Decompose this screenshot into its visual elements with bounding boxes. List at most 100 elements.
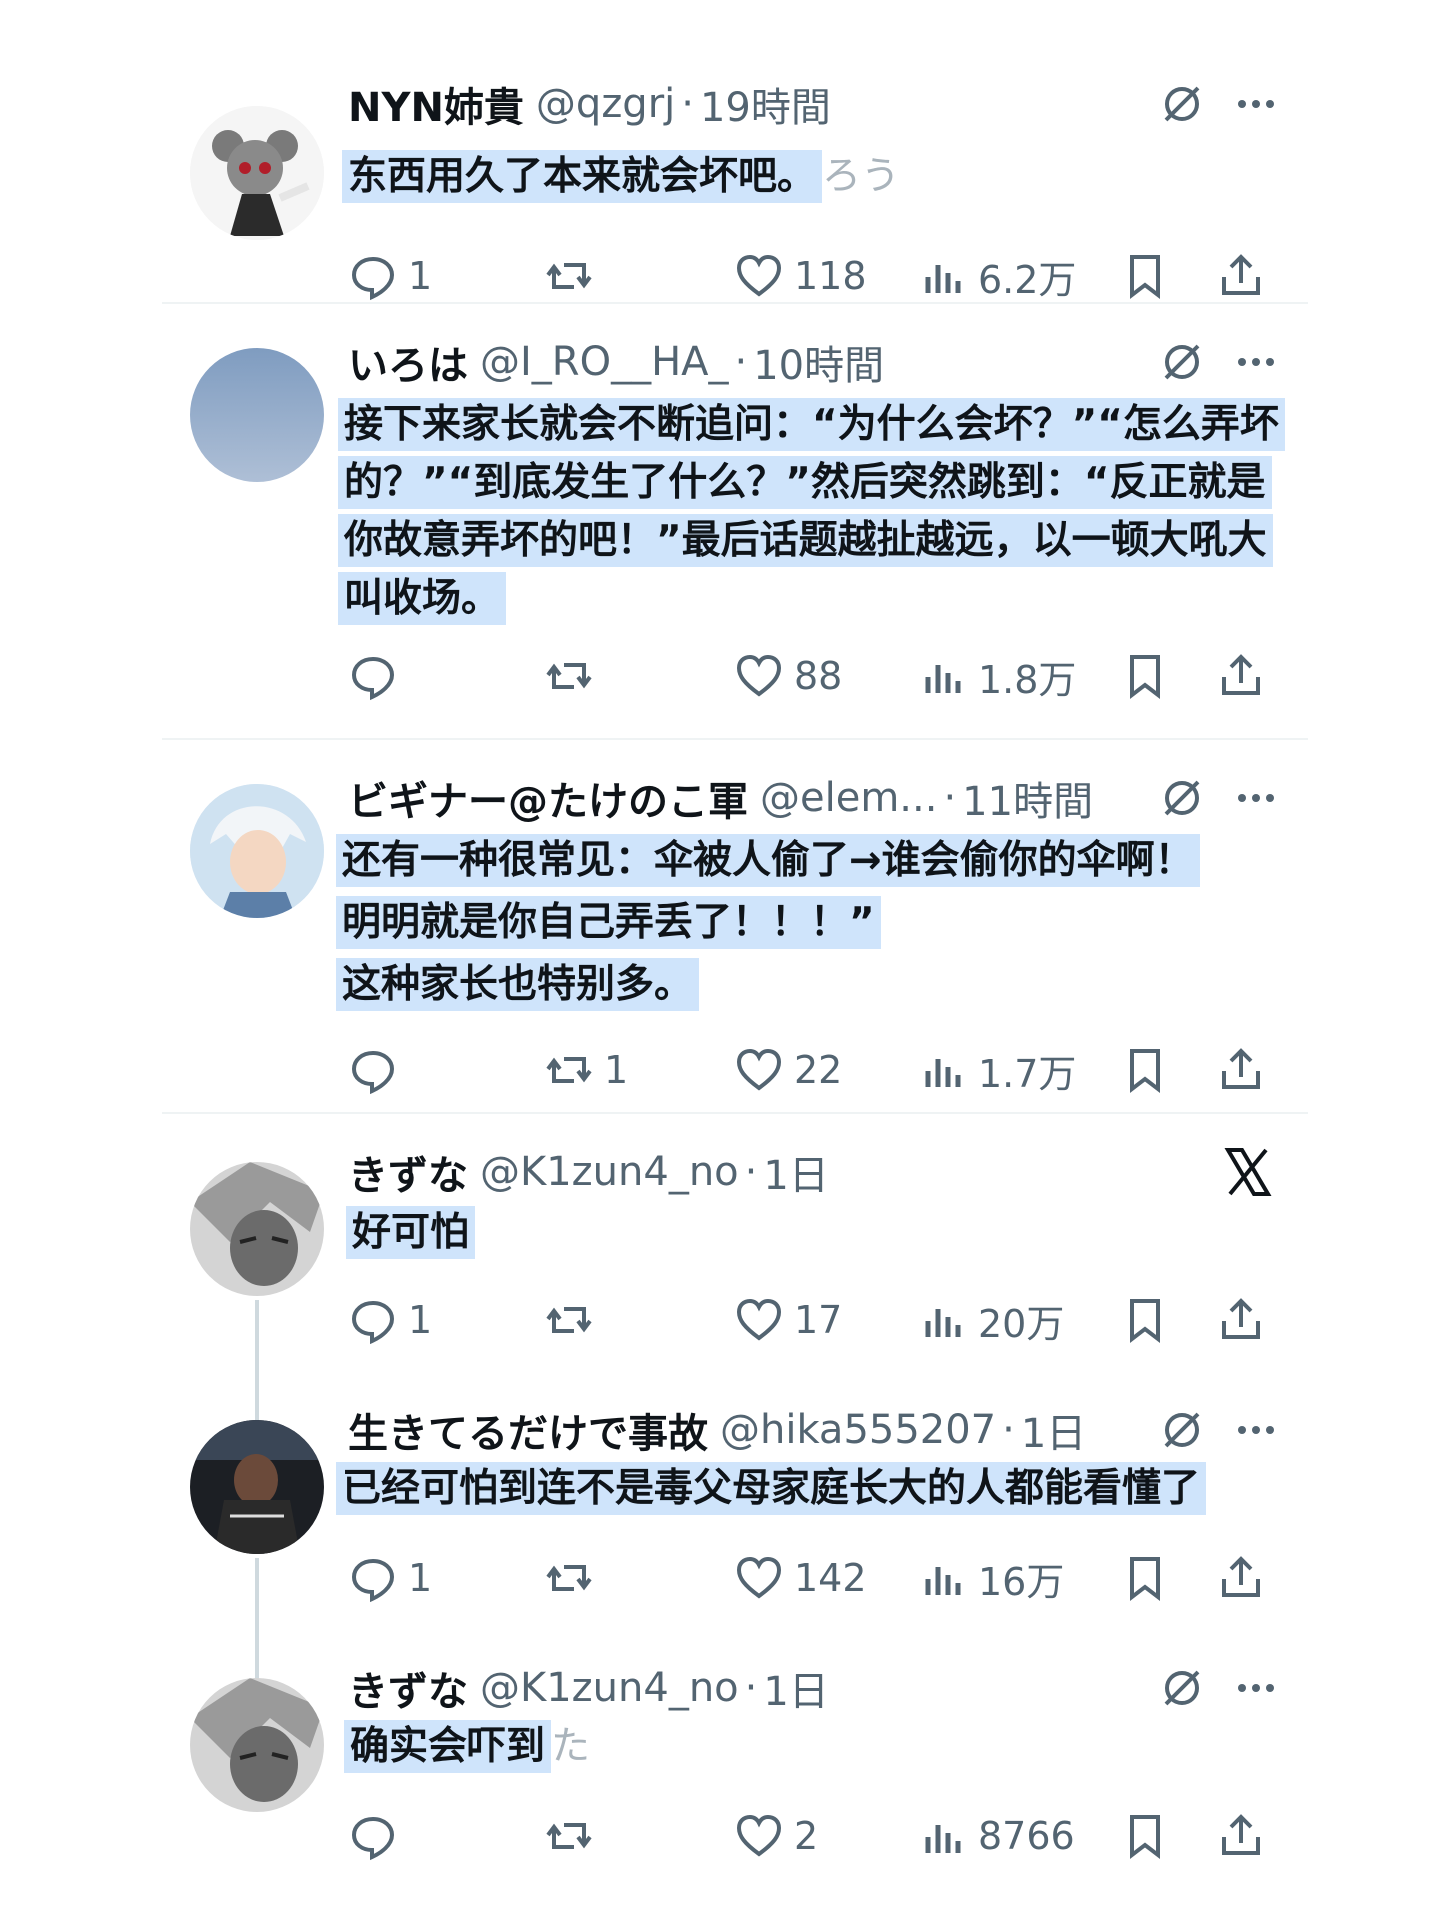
reply-count: 1 [408, 1298, 433, 1342]
bookmark-button[interactable] [1120, 1806, 1170, 1866]
views-button[interactable]: 1.8万 [918, 646, 1076, 706]
dot-separator: · [744, 1665, 758, 1711]
display-name[interactable]: ビギナー@たけのこ軍 [348, 769, 748, 827]
share-button[interactable] [1216, 646, 1266, 706]
display-name[interactable]: いろは [348, 333, 468, 391]
tweet-header: ビギナー@たけのこ軍 @elem... · 11時間 [348, 770, 1093, 826]
reply-button[interactable]: 1 [348, 1290, 432, 1350]
grok-icon[interactable] [1158, 338, 1206, 386]
retweet-button[interactable] [544, 1548, 604, 1608]
avatar[interactable] [190, 1420, 324, 1554]
views-button[interactable]: 1.7万 [918, 1040, 1076, 1100]
views-button[interactable]: 20万 [918, 1290, 1064, 1350]
more-icon[interactable] [1232, 1664, 1280, 1712]
reply-button[interactable]: 1 [348, 1548, 432, 1608]
timestamp[interactable]: 1日 [763, 1143, 828, 1201]
tweet[interactable]: 生きてるだけで事故 @hika555207 · 1日 已经可怕到连不是毒父母家庭… [162, 1401, 1308, 1712]
like-count: 118 [794, 254, 867, 298]
like-button[interactable]: 118 [734, 246, 867, 306]
more-icon[interactable] [1232, 1406, 1280, 1454]
grok-icon[interactable] [1158, 774, 1206, 822]
avatar[interactable] [190, 1162, 324, 1296]
user-handle[interactable]: @K1zun4_no [480, 1149, 739, 1195]
bookmark-button[interactable] [1120, 646, 1170, 706]
like-button[interactable]: 2 [734, 1806, 818, 1866]
user-handle[interactable]: @hika555207 [720, 1407, 996, 1453]
share-button[interactable] [1216, 1806, 1266, 1866]
reply-count: 1 [408, 254, 433, 298]
reply-button[interactable] [348, 1040, 408, 1100]
views-button[interactable]: 6.2万 [918, 246, 1076, 306]
reply-button[interactable] [348, 646, 408, 706]
retweet-count: 1 [604, 1048, 629, 1092]
display-name[interactable]: NYN姉貴 [348, 75, 524, 133]
user-handle[interactable]: @K1zun4_no [480, 1665, 739, 1711]
share-icon [1222, 1814, 1260, 1855]
action-bar: 2 8766 [348, 1806, 1278, 1866]
user-handle[interactable]: @elem... [760, 775, 937, 821]
tweet[interactable]: きずな @K1zun4_no · 1日 确实会吓到た 2 8766 [162, 1660, 1308, 1870]
reply-icon [351, 1300, 395, 1345]
retweet-button[interactable] [544, 1806, 604, 1866]
grok-icon[interactable] [1158, 1406, 1206, 1454]
reply-button[interactable]: 1 [348, 246, 432, 306]
timestamp[interactable]: 1日 [1021, 1401, 1086, 1459]
bookmark-icon [1130, 655, 1160, 700]
more-icon[interactable] [1232, 80, 1280, 128]
grok-icon[interactable] [1158, 1664, 1206, 1712]
like-button[interactable]: 22 [734, 1040, 842, 1100]
share-button[interactable] [1216, 246, 1266, 306]
retweet-button[interactable] [544, 246, 604, 306]
grok-icon[interactable] [1158, 80, 1206, 128]
heart-icon [736, 1814, 782, 1857]
views-icon [925, 265, 961, 293]
timestamp[interactable]: 11時間 [962, 769, 1093, 827]
share-button[interactable] [1216, 1548, 1266, 1608]
tweet-text-line: 东西用久了本来就会坏吧。 [342, 150, 823, 203]
divider [162, 302, 1308, 304]
display-name[interactable]: きずな [348, 1659, 468, 1717]
display-name[interactable]: 生きてるだけで事故 [348, 1401, 708, 1459]
retweet-button[interactable]: 1 [544, 1040, 628, 1100]
timestamp[interactable]: 10時間 [753, 333, 884, 391]
bookmark-button[interactable] [1120, 1040, 1170, 1100]
bookmark-button[interactable] [1120, 1290, 1170, 1350]
bookmark-button[interactable] [1120, 246, 1170, 306]
views-button[interactable]: 16万 [918, 1548, 1064, 1608]
reply-button[interactable] [348, 1806, 408, 1866]
retweet-button[interactable] [544, 646, 604, 706]
views-icon [925, 1059, 961, 1087]
views-button[interactable]: 8766 [918, 1806, 1075, 1866]
share-button[interactable] [1216, 1040, 1266, 1100]
avatar[interactable] [190, 106, 324, 240]
bookmark-icon [1130, 1557, 1160, 1602]
timestamp[interactable]: 1日 [763, 1659, 828, 1717]
user-handle[interactable]: @I_RO__HA_ [480, 339, 729, 385]
tweet-top-actions [1222, 1144, 1274, 1200]
tweet[interactable]: ビギナー@たけのこ軍 @elem... · 11時間 还有一种很常见：伞被人偷了… [162, 770, 1308, 1110]
views-icon [925, 1825, 961, 1853]
avatar[interactable] [190, 348, 324, 482]
like-button[interactable]: 142 [734, 1548, 867, 1608]
avatar[interactable] [190, 784, 324, 918]
user-handle[interactable]: @qzgrj [536, 81, 675, 127]
avatar[interactable] [190, 1678, 324, 1812]
share-button[interactable] [1216, 1290, 1266, 1350]
timestamp[interactable]: 19時間 [700, 75, 831, 133]
tweet[interactable]: NYN姉貴 @qzgrj · 19時間 东西用久了本来就会坏吧。 ろう 1 11… [162, 75, 1308, 302]
tweet[interactable]: いろは @I_RO__HA_ · 10時間 接下来家长就会不断追问：“为什么会坏… [162, 334, 1308, 734]
tweet-header: きずな @K1zun4_no · 1日 [348, 1144, 829, 1200]
reply-feed: NYN姉貴 @qzgrj · 19時間 东西用久了本来就会坏吧。 ろう 1 11… [162, 48, 1308, 1878]
x-logo-icon[interactable] [1222, 1146, 1274, 1198]
like-button[interactable]: 88 [734, 646, 842, 706]
bookmark-icon [1130, 255, 1160, 300]
more-icon[interactable] [1232, 774, 1280, 822]
retweet-icon [546, 1823, 592, 1849]
bookmark-button[interactable] [1120, 1548, 1170, 1608]
bookmark-icon [1130, 1049, 1160, 1094]
more-icon[interactable] [1232, 338, 1280, 386]
like-button[interactable]: 17 [734, 1290, 842, 1350]
tweet[interactable]: きずな @K1zun4_no · 1日 好可怕 1 17 20万 [162, 1144, 1308, 1454]
display-name[interactable]: きずな [348, 1143, 468, 1201]
retweet-button[interactable] [544, 1290, 604, 1350]
